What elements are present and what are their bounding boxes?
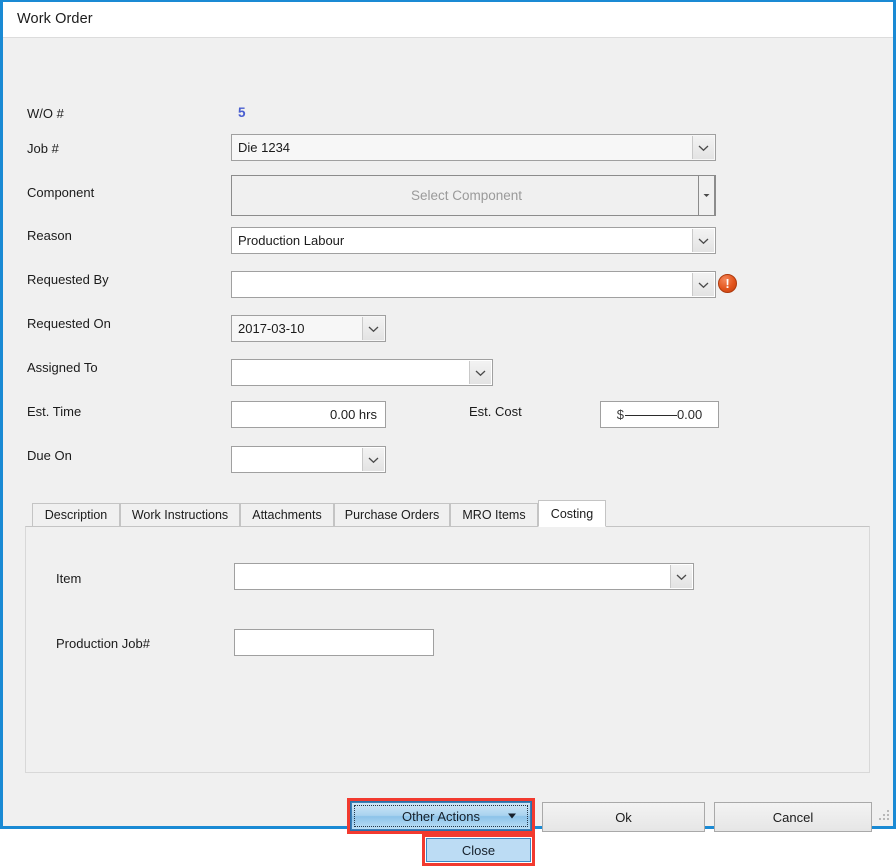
chevron-down-icon[interactable] <box>692 229 714 252</box>
tab-costing[interactable]: Costing <box>538 500 606 527</box>
chevron-down-icon[interactable] <box>698 175 715 216</box>
requested-by-label: Requested By <box>27 272 109 287</box>
tab-label: MRO Items <box>462 508 526 522</box>
other-actions-button[interactable]: Other Actions <box>351 802 531 830</box>
chevron-down-icon[interactable] <box>469 361 491 384</box>
tab-work-instructions[interactable]: Work Instructions <box>120 503 240 526</box>
est-time-label: Est. Time <box>27 404 82 419</box>
other-actions-label: Other Actions <box>401 808 481 824</box>
assigned-to-combobox[interactable] <box>231 359 493 386</box>
dialog-title-bar: Work Order <box>3 2 893 38</box>
tab-label: Work Instructions <box>131 508 229 522</box>
reason-combobox[interactable]: Production Labour <box>231 227 716 254</box>
costing-item-combobox[interactable] <box>234 563 694 590</box>
page-title: Work Order <box>17 11 93 27</box>
est-cost-currency: $ <box>616 407 624 422</box>
est-cost-label: Est. Cost <box>469 404 522 419</box>
error-exclamation-icon[interactable]: ! <box>718 274 737 293</box>
tab-label: Attachments <box>252 508 322 522</box>
requested-on-label: Requested On <box>27 316 111 331</box>
est-time-value: 0.00 hrs <box>330 407 377 422</box>
due-on-label: Due On <box>27 448 72 463</box>
ok-button[interactable]: Ok <box>542 802 705 832</box>
chevron-down-icon[interactable] <box>362 317 384 340</box>
caret-down-icon[interactable] <box>508 813 516 819</box>
chevron-down-icon[interactable] <box>362 448 384 471</box>
est-cost-input[interactable]: $0.00 <box>600 401 719 428</box>
chevron-down-icon[interactable] <box>692 273 714 296</box>
costing-tab-panel: Item Production Job# <box>25 526 870 773</box>
job-number-label: Job # <box>27 141 59 156</box>
component-placeholder: Select Component <box>410 188 523 203</box>
tab-purchase-orders[interactable]: Purchase Orders <box>334 503 450 526</box>
job-number-combobox[interactable]: Die 1234 <box>231 134 716 161</box>
est-cost-fill <box>624 415 677 416</box>
reason-value: Production Labour <box>238 233 345 248</box>
cancel-button[interactable]: Cancel <box>714 802 872 832</box>
job-number-value: Die 1234 <box>238 140 291 155</box>
production-job-input[interactable] <box>234 629 434 656</box>
tab-label: Costing <box>550 506 594 521</box>
assigned-to-label: Assigned To <box>27 360 98 375</box>
reason-label: Reason <box>27 228 72 243</box>
close-menu-label: Close <box>461 842 496 858</box>
costing-item-label: Item <box>56 571 82 586</box>
wo-number-label: W/O # <box>27 106 64 121</box>
tab-mro-items[interactable]: MRO Items <box>450 503 538 526</box>
requested-by-combobox[interactable] <box>231 271 716 298</box>
production-job-label: Production Job# <box>56 636 150 651</box>
component-selector[interactable]: Select Component <box>231 175 716 216</box>
est-cost-value: 0.00 <box>676 407 703 422</box>
est-time-input[interactable]: 0.00 hrs <box>231 401 386 428</box>
tab-strip: Description Work Instructions Attachment… <box>25 500 870 527</box>
close-menu-highlight: Close <box>422 834 535 866</box>
cancel-button-label: Cancel <box>772 809 814 825</box>
tab-description[interactable]: Description <box>32 503 120 526</box>
due-on-datepicker[interactable] <box>231 446 386 473</box>
work-order-form: W/O # 5 Job # Die 1234 Component Select … <box>3 38 893 866</box>
chevron-down-icon[interactable] <box>670 565 692 588</box>
chevron-down-icon[interactable] <box>692 136 714 159</box>
tab-label: Description <box>44 508 108 522</box>
requested-on-datepicker[interactable]: 2017-03-10 <box>231 315 386 342</box>
tab-attachments[interactable]: Attachments <box>240 503 334 526</box>
requested-on-value: 2017-03-10 <box>238 321 305 336</box>
close-menu-item[interactable]: Close <box>426 838 531 862</box>
resize-grip-icon[interactable] <box>875 806 889 820</box>
work-order-dialog: Work Order W/O # 5 Job # Die 1234 Compon… <box>0 0 896 866</box>
ok-button-label: Ok <box>615 809 632 825</box>
tab-label: Purchase Orders <box>344 508 440 522</box>
component-label: Component <box>27 185 95 200</box>
wo-number-value: 5 <box>238 105 246 120</box>
